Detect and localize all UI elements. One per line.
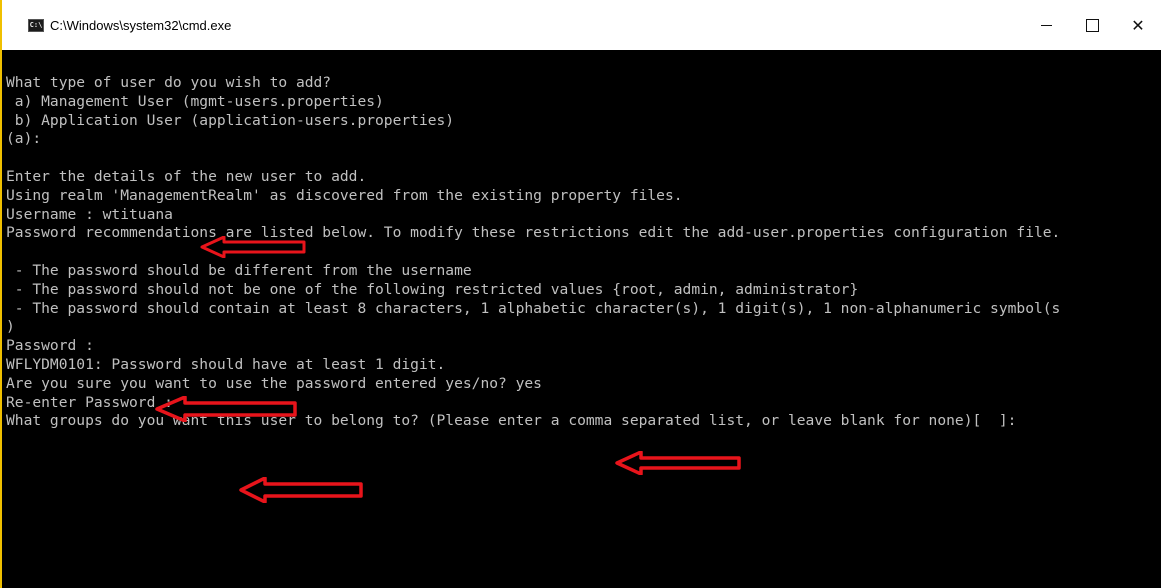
close-button[interactable] (1115, 0, 1161, 50)
console-line: - The password should contain at least 8… (6, 299, 1061, 317)
console-line: - The password should be different from … (6, 261, 472, 279)
console-line: Username : wtituana (6, 205, 173, 223)
minimize-button[interactable] (1023, 0, 1069, 50)
reenter-password-arrow (239, 477, 363, 503)
title-bar[interactable]: C:\ C:\Windows\system32\cmd.exe (2, 0, 1161, 50)
window-controls (1023, 0, 1161, 50)
console-line: - The password should not be one of the … (6, 280, 859, 298)
console-line: a) Management User (mgmt-users.propertie… (6, 92, 384, 110)
console-line: WFLYDM0101: Password should have at leas… (6, 355, 446, 373)
cmd-icon: C:\ (28, 18, 44, 32)
window-title: C:\Windows\system32\cmd.exe (50, 17, 232, 33)
username-arrow (200, 236, 306, 258)
console-line: b) Application User (application-users.p… (6, 111, 455, 129)
console-line: Password : (6, 337, 94, 355)
console-line: (a): (6, 130, 42, 148)
console-line: Password recommendations are listed belo… (6, 224, 1061, 242)
yes-arrow (615, 451, 741, 475)
console-line: ) (6, 318, 15, 336)
maximize-button[interactable] (1069, 0, 1115, 50)
console-line: Are you sure you want to use the passwor… (6, 374, 542, 392)
password-arrow (155, 396, 297, 422)
console-line: What type of user do you wish to add? (6, 74, 332, 91)
console-output[interactable]: What type of user do you wish to add? a)… (6, 74, 1161, 588)
cmd-window: C:\ C:\Windows\system32\cmd.exe What typ… (0, 0, 1161, 588)
console-line: Enter the details of the new user to add… (6, 167, 367, 185)
console-line: Using realm 'ManagementRealm' as discove… (6, 186, 683, 204)
